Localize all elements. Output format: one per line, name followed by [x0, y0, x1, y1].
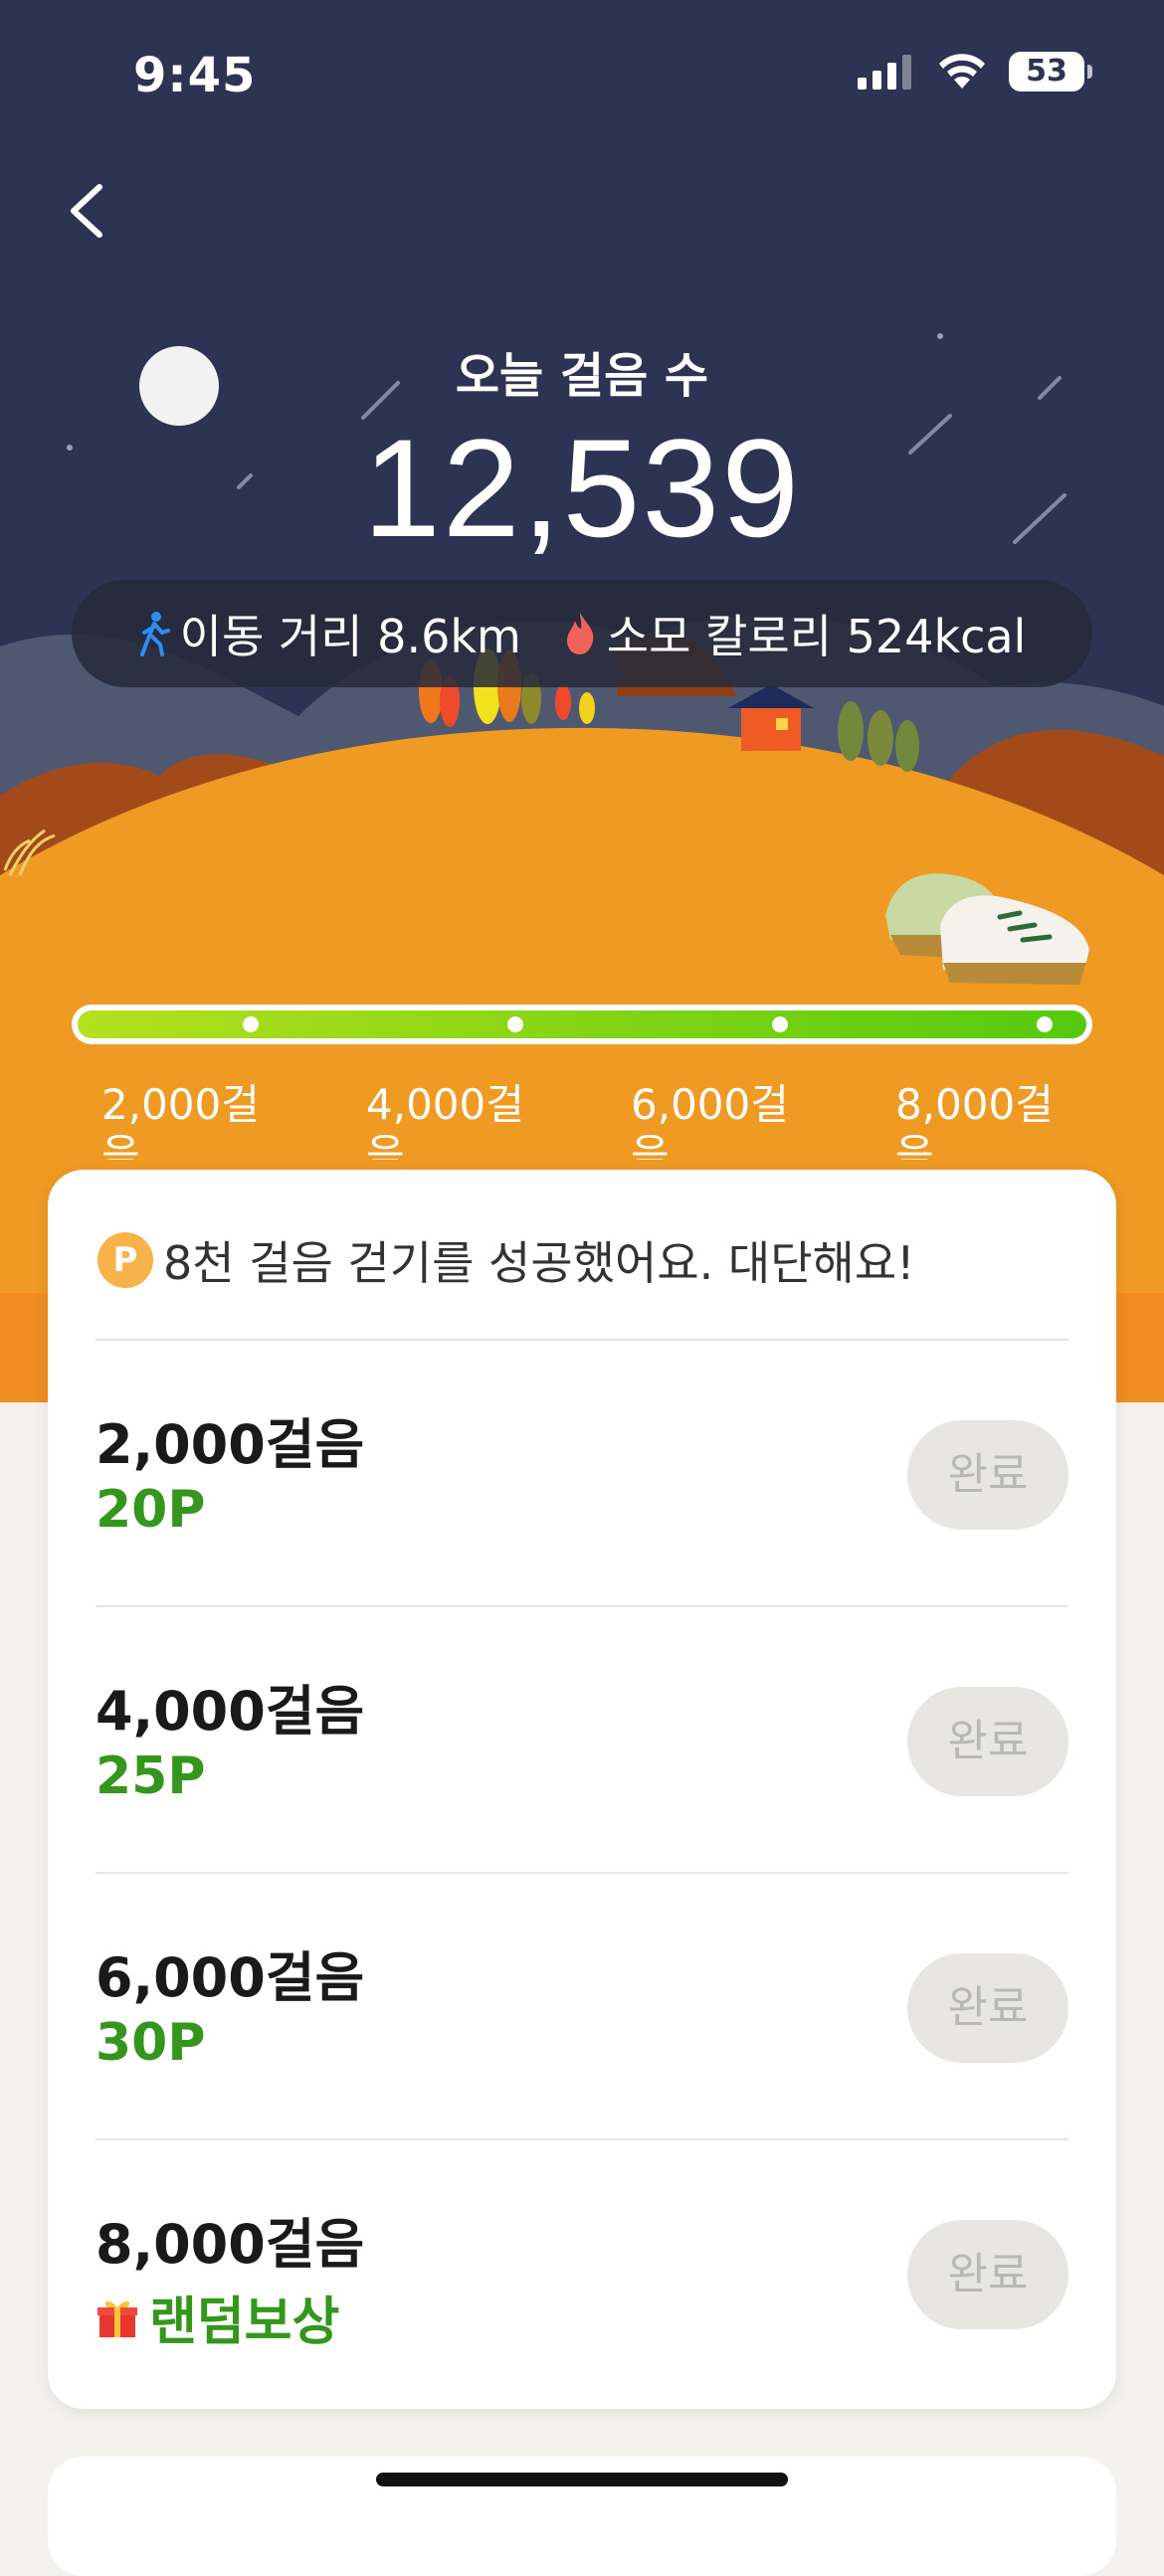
point-badge-icon: P — [97, 1232, 153, 1288]
reward-random: 랜덤보상 — [96, 2280, 339, 2354]
complete-button[interactable]: 완료 — [907, 1953, 1068, 2063]
progress-dot — [772, 1016, 788, 1032]
back-button[interactable] — [60, 179, 119, 239]
reward-steps: 6,000걸음 — [96, 1946, 365, 2009]
home-indicator[interactable] — [376, 2473, 788, 2486]
page-title: 오늘 걸음 수 — [455, 348, 709, 404]
progress-bar — [72, 1005, 1092, 1044]
reward-steps: 2,000걸음 — [96, 1413, 365, 1476]
wifi-icon — [939, 54, 985, 89]
milestone-label: 4,000걸음 — [366, 1080, 524, 1160]
reward-points: 30P — [96, 2013, 205, 2073]
reward-row: 6,000걸음 30P 완료 — [96, 1872, 1068, 2140]
milestone-label: 2,000걸음 — [101, 1080, 260, 1160]
reward-row: 8,000걸음 랜덤보상 완료 — [96, 2138, 1068, 2407]
gift-icon — [97, 2300, 137, 2337]
reward-points-text: 30P — [96, 2013, 206, 2073]
progress-milestones: 2,000걸음 4,000걸음 6,000걸음 8,000걸음 — [0, 1080, 1164, 1160]
complete-button[interactable]: 완료 — [907, 2220, 1068, 2329]
distance-label: 이동 거리 8.6km — [179, 610, 521, 663]
stats-pill: 이동 거리 8.6km 소모 칼로리 524kcal — [72, 580, 1092, 687]
cellular-signal-icon — [858, 55, 911, 90]
progress-dot — [243, 1016, 259, 1032]
chevron-left-icon — [71, 184, 102, 238]
success-message: P 8천 걸음 걷기를 성공했어요. 대단해요! — [97, 1227, 915, 1293]
complete-button[interactable]: 완료 — [907, 1687, 1068, 1796]
status-bar: 9:45 53 — [0, 0, 1164, 149]
reward-row: 4,000걸음 25P 완료 — [96, 1605, 1068, 1874]
milestone-label: 6,000걸음 — [631, 1080, 789, 1160]
reward-steps: 8,000걸음 — [96, 2213, 365, 2276]
reward-points: 25P — [96, 1747, 205, 1806]
progress-dot — [1037, 1016, 1053, 1032]
reward-points-text: 20P — [96, 1480, 206, 1540]
reward-points-text: 25P — [96, 1747, 206, 1806]
success-message-text: 8천 걸음 걷기를 성공했어요. 대단해요! — [163, 1236, 915, 1290]
progress-dot — [507, 1016, 523, 1032]
progress-fill — [78, 1011, 1086, 1038]
flame-icon — [566, 613, 594, 654]
reward-row: 2,000걸음 20P 완료 — [96, 1339, 1068, 1607]
calories-label: 소모 칼로리 524kcal — [606, 610, 1027, 663]
distance-stat: 이동 거리 8.6km — [138, 601, 521, 666]
complete-button[interactable]: 완료 — [907, 1420, 1068, 1530]
calories-stat: 소모 칼로리 524kcal — [563, 601, 1027, 666]
milestone-label: 8,000걸음 — [895, 1080, 1054, 1160]
reward-card: P 8천 걸음 걷기를 성공했어요. 대단해요! 2,000걸음 20P 완료 … — [48, 1170, 1116, 2409]
walking-person-icon — [139, 612, 170, 656]
step-count: 12,539 — [362, 410, 802, 566]
reward-points: 20P — [96, 1480, 205, 1540]
battery-indicator: 53 — [1009, 52, 1092, 92]
reward-steps: 4,000걸음 — [96, 1680, 365, 1743]
reward-random-text: 랜덤보상 — [149, 2293, 340, 2352]
status-time: 9:45 — [133, 48, 257, 103]
